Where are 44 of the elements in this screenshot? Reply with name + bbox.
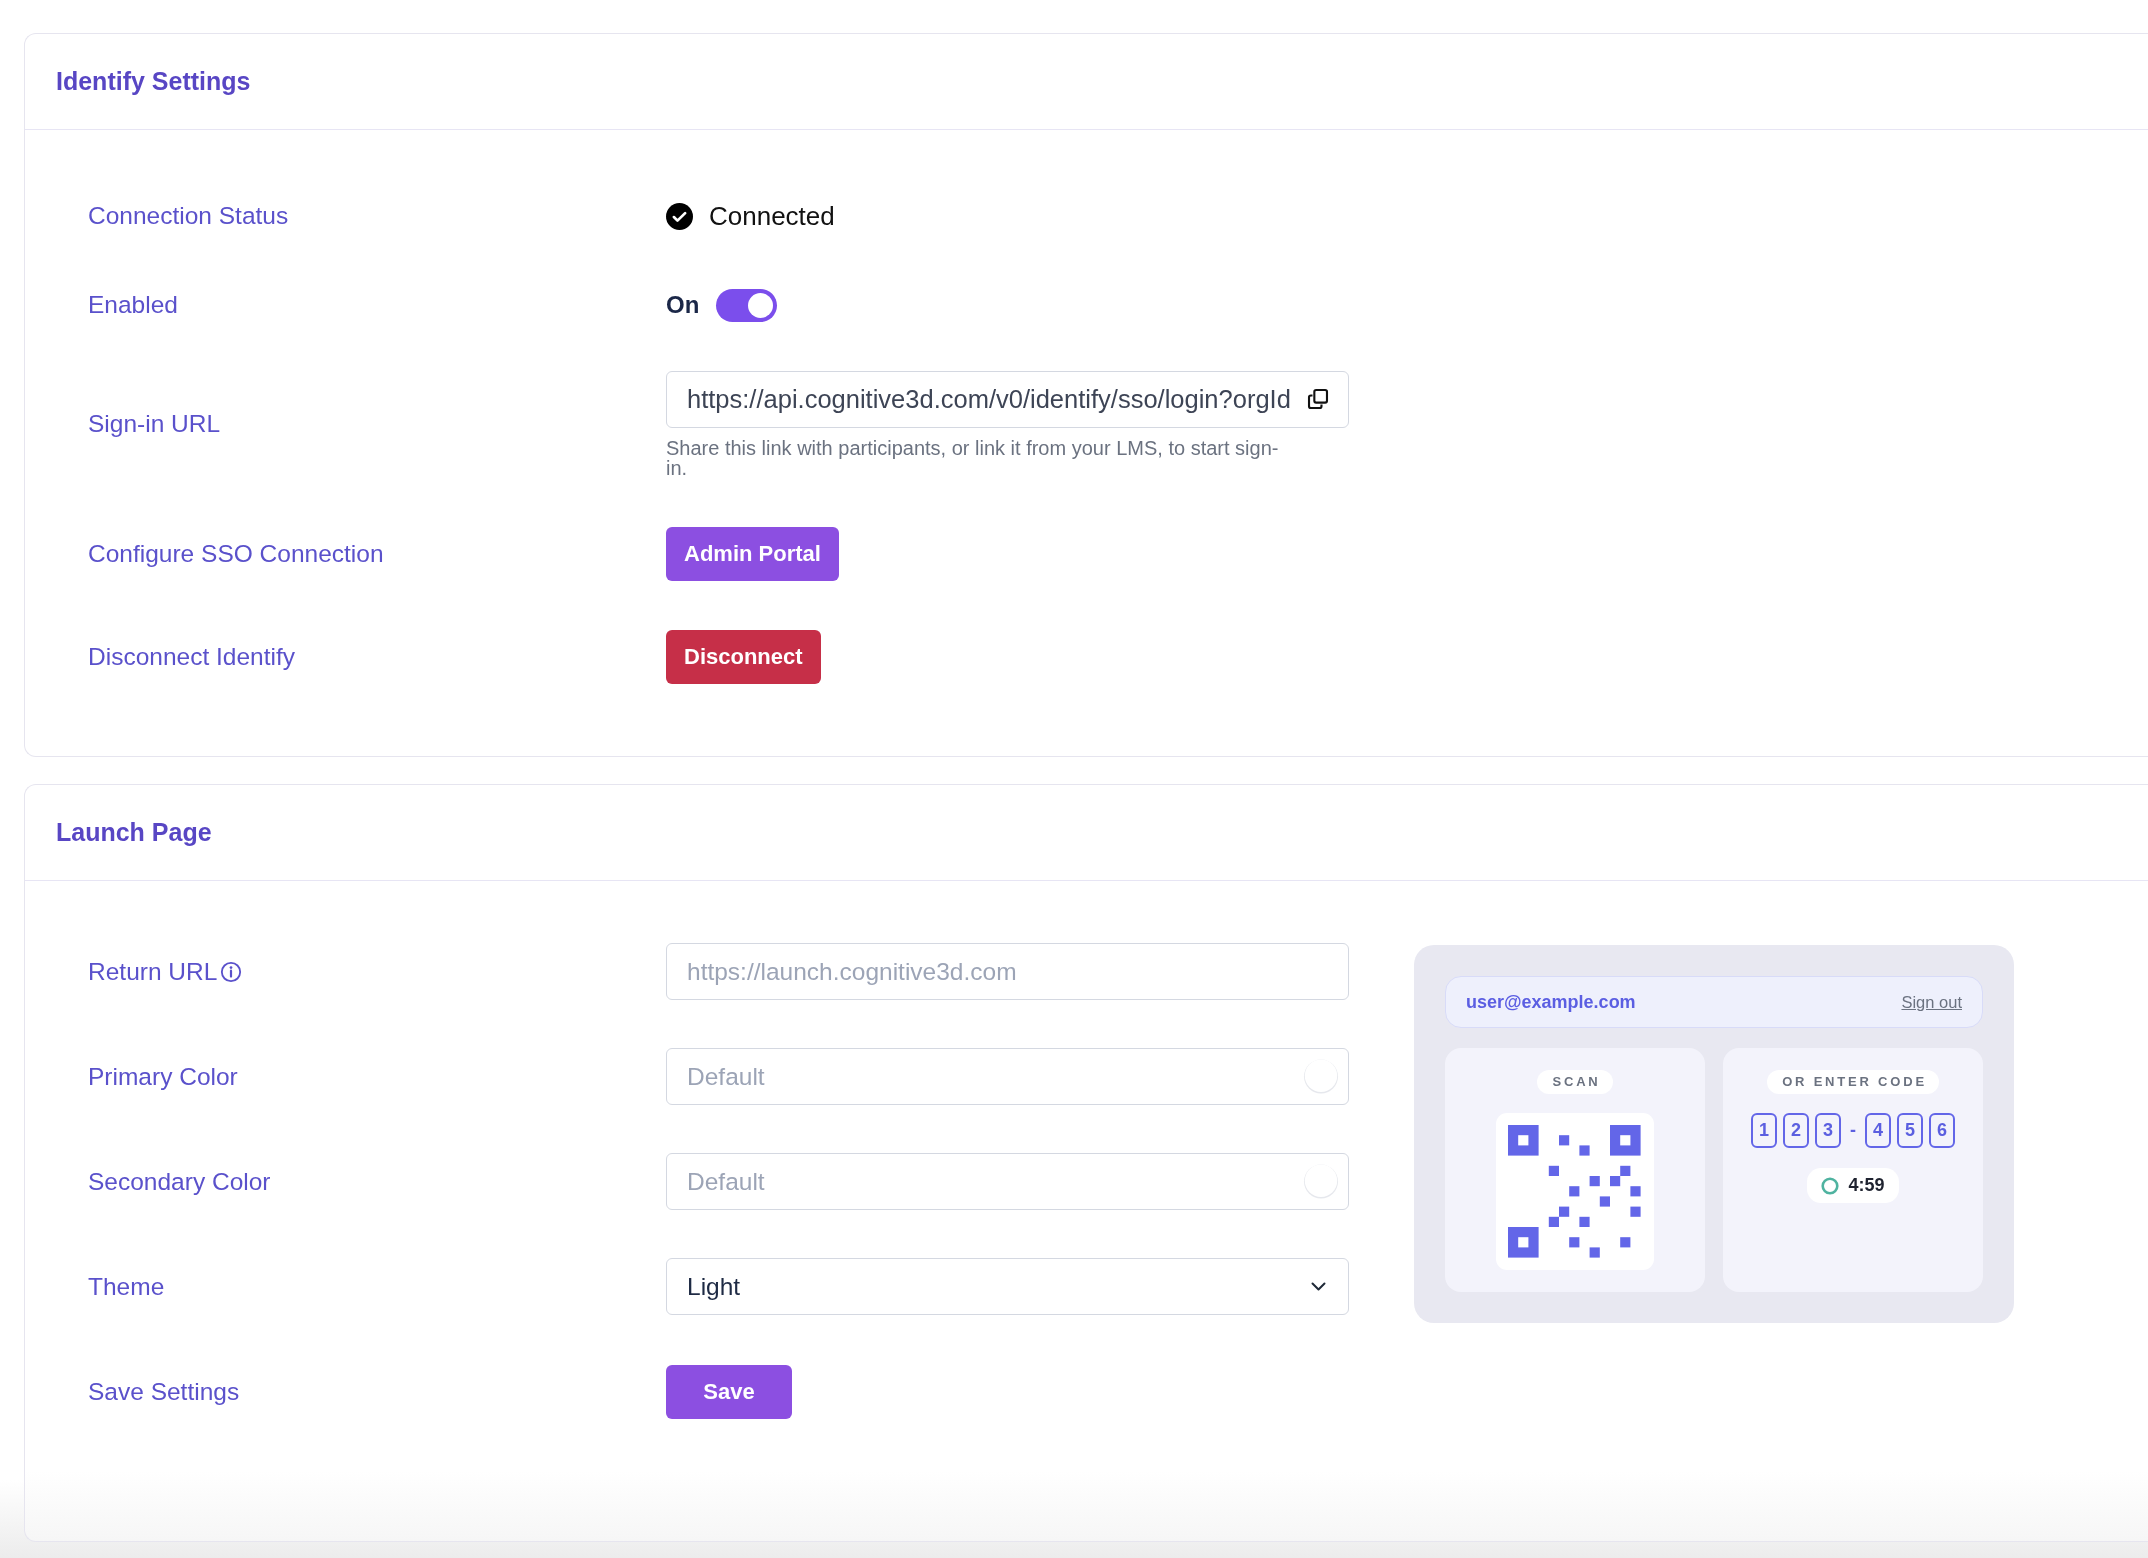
action-button[interactable]: Admin Portal xyxy=(666,527,839,581)
timer-text: 4:59 xyxy=(1848,1175,1885,1196)
status-text: Connected xyxy=(709,200,835,232)
url-input[interactable]: https://launch.cognitive3d.com xyxy=(666,943,1349,1000)
field-label: Save Settings xyxy=(88,1377,240,1406)
field-label: Return URL xyxy=(88,957,218,986)
check-circle-icon xyxy=(666,202,693,230)
code-separator: - xyxy=(1850,1120,1856,1141)
color-input[interactable]: Default xyxy=(666,1048,1349,1105)
card-heading: SCAN xyxy=(1537,1070,1613,1094)
disconnect-button[interactable]: Disconnect xyxy=(666,630,821,684)
section-title: Identify Settings xyxy=(56,67,251,96)
code-digit[interactable]: 5 xyxy=(1897,1113,1923,1148)
action-button[interactable]: Save xyxy=(666,1364,792,1419)
sign-out-link[interactable]: Sign out xyxy=(1901,992,1962,1012)
swatch-icon[interactable] xyxy=(1303,1163,1339,1199)
field-label: Secondary Color xyxy=(88,1167,271,1196)
field-label: Configure SSO Connection xyxy=(88,540,384,568)
field-label: Enabled xyxy=(88,291,178,319)
code-digit[interactable]: 3 xyxy=(1815,1113,1841,1148)
hint-text: Share this link with participants, or link it from your LMS, to start sign-in. xyxy=(666,437,1280,478)
section-title: Launch Page xyxy=(56,818,212,847)
card-heading: OR ENTER CODE xyxy=(1767,1070,1939,1094)
toggle-label: On xyxy=(666,291,700,319)
qr-code-icon xyxy=(1496,1113,1654,1270)
field-label: Sign-in URL xyxy=(88,410,221,438)
field-label: Disconnect Identify xyxy=(88,643,295,671)
url-field[interactable]: https://api.cognitive3d.com/v0/identify/sso/login?orgId xyxy=(666,370,1349,428)
copy-icon[interactable] xyxy=(1307,387,1329,410)
code-digit[interactable]: 6 xyxy=(1929,1113,1955,1148)
theme-select[interactable]: Light xyxy=(666,1258,1349,1315)
field-label: Primary Color xyxy=(88,1062,238,1091)
user-email: user@example.com xyxy=(1466,991,1636,1013)
code-digit[interactable]: 4 xyxy=(1865,1113,1891,1148)
info-icon[interactable] xyxy=(220,960,243,983)
field-label: Connection Status xyxy=(88,202,289,230)
chevron-down-icon xyxy=(1311,1282,1326,1291)
code-digit[interactable]: 1 xyxy=(1751,1113,1777,1148)
swatch-icon[interactable] xyxy=(1303,1058,1339,1094)
ring-icon xyxy=(1821,1176,1840,1195)
code-digit[interactable]: 2 xyxy=(1783,1113,1809,1148)
color-input[interactable]: Default xyxy=(666,1153,1349,1210)
field-label: Theme xyxy=(88,1272,165,1301)
toggle-switch[interactable] xyxy=(716,288,778,322)
